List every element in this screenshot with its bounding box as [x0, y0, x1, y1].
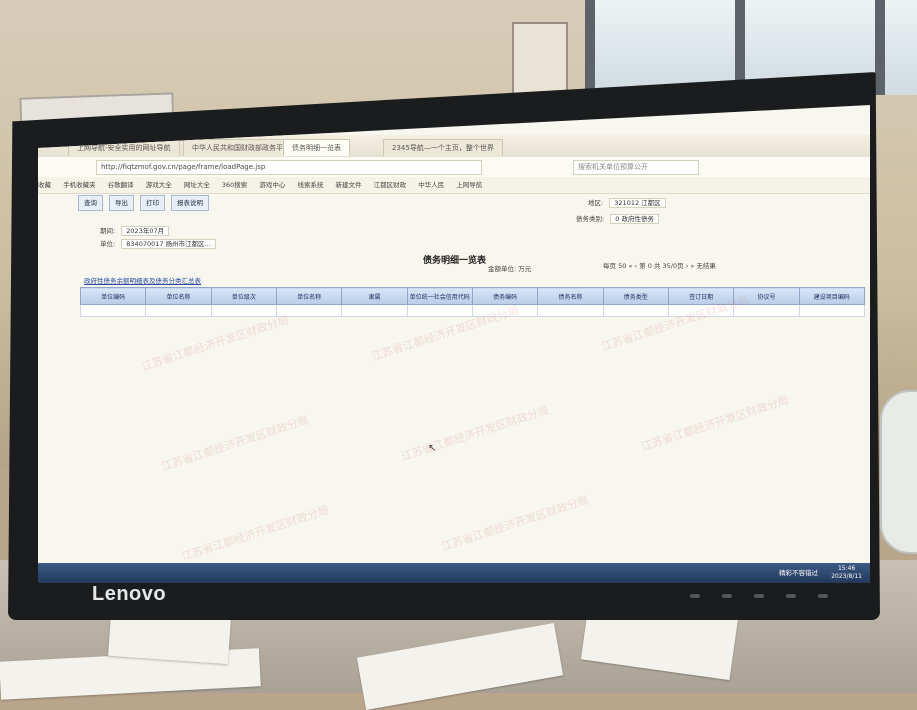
tray-notification[interactable]: 精彩不容错过: [779, 567, 818, 577]
windows-taskbar: 精彩不容错过 15:46 2023/8/11: [38, 563, 870, 583]
column-header[interactable]: 单位编码: [79, 287, 147, 305]
page-input[interactable]: 0: [648, 262, 652, 270]
bookmark-item[interactable]: 江都区财政: [374, 181, 407, 189]
watermark: 江苏省江都经济开发区财政分局: [179, 503, 331, 564]
bookmark-item[interactable]: 上网导航: [456, 181, 482, 189]
query-button[interactable]: 查询: [78, 195, 103, 211]
no-result-text: 无结果: [696, 262, 716, 270]
pager: 每页 50 « ‹ 第 0 共 35/0页 › » 无结果: [603, 260, 716, 270]
column-header[interactable]: 单位统一社会信用代码: [406, 287, 473, 305]
debt-category-select[interactable]: 0 政府性债务: [610, 214, 659, 224]
bookmark-item[interactable]: 中华人民: [418, 181, 444, 189]
total-pages: 共 35/0页: [653, 262, 684, 270]
desk-fan: [880, 390, 917, 554]
page-size-select[interactable]: 50: [618, 262, 626, 270]
taskbar-clock[interactable]: 15:46 2023/8/11: [831, 565, 862, 581]
unit-field: 单位: 834070017 扬州市江都区...: [100, 238, 216, 249]
watermark: 江苏省江都经济开发区财政分局: [139, 313, 291, 374]
monitor-buttons[interactable]: [690, 594, 830, 606]
monitor-brand: Lenovo: [92, 583, 167, 605]
bookmark-item[interactable]: 网址大全: [184, 181, 210, 189]
column-header[interactable]: 协议号: [733, 287, 800, 305]
column-header[interactable]: 建设项目编码: [798, 287, 866, 305]
watermark: 江苏省江都经济开发区财政分局: [439, 493, 591, 554]
search-input[interactable]: 搜索机关单位预算公开: [573, 160, 699, 175]
bookmark-item[interactable]: 谷歌翻译: [108, 181, 134, 189]
bookmark-item[interactable]: 手机收藏夹: [63, 181, 96, 189]
bookmark-item[interactable]: 收藏: [38, 181, 51, 189]
debt-table: 单位编码 单位名称 单位级次 单位名称 隶属 单位统一社会信用代码 债务编码 债…: [79, 287, 866, 317]
column-header[interactable]: 单位级次: [210, 287, 277, 305]
address-input[interactable]: http://fiqtzmof.gov.cn/page/frame/loadPa…: [96, 160, 482, 175]
report-info-button[interactable]: 报表说明: [171, 195, 209, 211]
column-header[interactable]: 签订日期: [667, 287, 735, 305]
page-size-label: 每页: [603, 262, 616, 270]
region-field: 地区: 321012 江都区: [588, 197, 666, 208]
column-header[interactable]: 债务编码: [471, 287, 539, 305]
bookmark-item[interactable]: 游戏中心: [259, 181, 285, 189]
wall-sign: [512, 22, 568, 96]
period-select[interactable]: 2023年07月: [121, 226, 170, 236]
tab-debt-detail[interactable]: 债务明细一览表: [283, 139, 350, 156]
watermark: 江苏省江都经济开发区财政分局: [399, 403, 551, 464]
column-header[interactable]: 债务类型: [602, 287, 669, 305]
region-select[interactable]: 321012 江都区: [609, 198, 666, 208]
unit-select[interactable]: 834070017 扬州市江都区...: [121, 239, 216, 249]
money-unit-label: 金额单位:: [488, 265, 517, 273]
bookmark-item[interactable]: 游戏大全: [146, 181, 172, 189]
clock-time: 15:46: [837, 565, 856, 572]
column-header[interactable]: 债务名称: [537, 287, 604, 305]
period-field: 期间: 2023年07月: [100, 225, 170, 236]
watermark: 江苏省江都经济开发区财政分局: [159, 413, 311, 474]
tab-2345[interactable]: 2345导航—一个主页，整个世界: [383, 139, 503, 156]
debt-category-field: 债务类别: 0 政府性债务: [576, 213, 659, 224]
bookmark-item[interactable]: 360搜索: [222, 181, 247, 189]
address-bar-row: http://fiqtzmof.gov.cn/page/frame/loadPa…: [38, 157, 870, 178]
region-label: 地区:: [588, 199, 604, 207]
bookmarks-bar: 收藏 手机收藏夹 谷歌翻译 游戏大全 网址大全 360搜索 游戏中心 线索系统 …: [38, 177, 870, 194]
column-header[interactable]: 隶属: [341, 287, 408, 305]
watermark: 江苏省江都经济开发区财政分局: [639, 393, 791, 454]
mouse-cursor-icon: ↖: [428, 443, 437, 454]
report-title: 债务明细一览表: [423, 256, 487, 266]
column-header[interactable]: 单位名称: [145, 287, 212, 305]
monitor-screen: 上网导航-安全实用的网址导航 中华人民共和国财政部政务平台 债务明细一览表 23…: [38, 105, 870, 583]
money-unit-select[interactable]: 万元: [518, 265, 531, 273]
money-unit: 金额单位: 万元: [488, 263, 531, 273]
debt-category-label: 债务类别:: [576, 215, 605, 223]
table-row: [79, 304, 866, 317]
page-label: 第: [639, 262, 646, 270]
clock-date: 2023/8/11: [831, 573, 862, 580]
print-button[interactable]: 打印: [140, 195, 165, 211]
tab-mof[interactable]: 中华人民共和国财政部政务平台: [183, 139, 299, 156]
bookmark-item[interactable]: 新建文件: [336, 181, 362, 189]
report-toolbar: 查询 导出 打印 报表说明: [78, 195, 209, 211]
unit-label: 单位:: [100, 240, 116, 248]
report-link[interactable]: 政府性债务余额明细表及债务分类汇总表: [84, 275, 201, 285]
column-header[interactable]: 单位名称: [275, 287, 343, 305]
export-button[interactable]: 导出: [109, 195, 134, 211]
bookmark-item[interactable]: 线索系统: [297, 181, 323, 189]
period-label: 期间:: [100, 227, 116, 235]
